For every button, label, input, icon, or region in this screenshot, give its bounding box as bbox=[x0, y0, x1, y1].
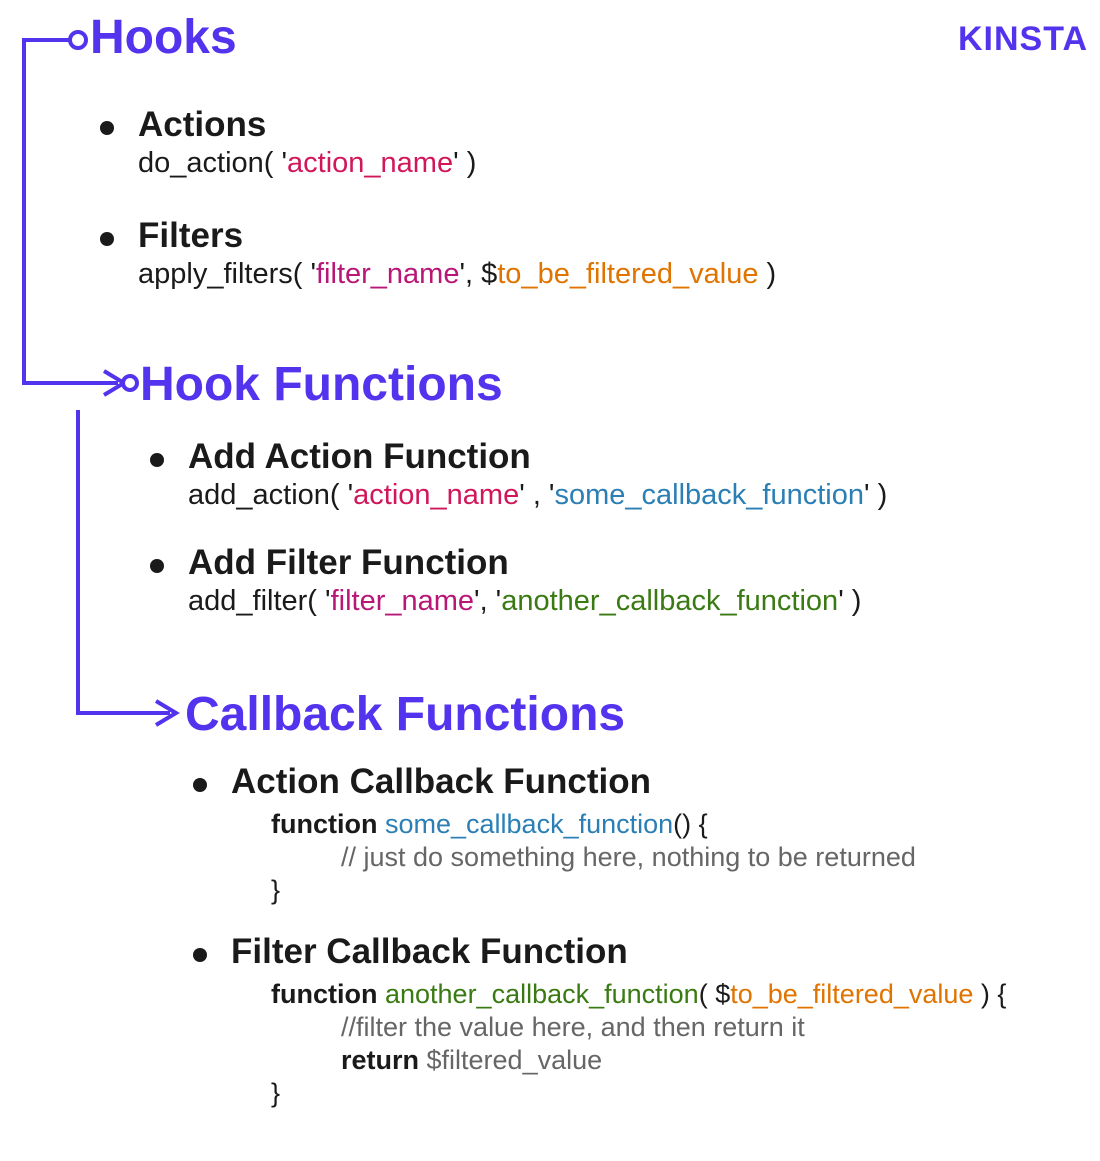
param: to_be_filtered_value bbox=[730, 979, 973, 1009]
filter-name: filter_name bbox=[316, 258, 459, 290]
txt: ' ) bbox=[864, 479, 887, 511]
code-do-action: do_action( 'action_name' ) bbox=[138, 145, 1070, 181]
item-action-callback: Action Callback Function function some_c… bbox=[193, 762, 1085, 907]
callback-name: another_callback_function bbox=[501, 585, 838, 617]
fn-name: another_callback_function bbox=[385, 979, 699, 1009]
fn-name: some_callback_function bbox=[385, 809, 673, 839]
item-actions: Actions do_action( 'action_name' ) bbox=[100, 105, 1070, 181]
label-add-action: Add Action Function bbox=[188, 437, 1070, 477]
return-var: $filtered_value bbox=[427, 1045, 603, 1075]
code-filter-callback: function another_callback_function( $to_… bbox=[271, 978, 1085, 1110]
code-add-action: add_action( 'action_name' , 'some_callba… bbox=[188, 477, 1070, 513]
kw-function: function bbox=[271, 809, 385, 839]
close-brace: } bbox=[271, 1078, 280, 1108]
txt: () { bbox=[673, 809, 708, 839]
txt: ' , ' bbox=[519, 479, 554, 511]
code-action-callback: function some_callback_function() { // j… bbox=[271, 808, 1085, 907]
section-hooks: Hooks Actions do_action( 'action_name' )… bbox=[90, 10, 1070, 293]
txt: ', $ bbox=[459, 258, 497, 290]
close-brace: } bbox=[271, 875, 280, 905]
heading-callback-functions: Callback Functions bbox=[185, 687, 1085, 742]
txt: ' ) bbox=[453, 147, 476, 179]
section-hook-functions: Hook Functions Add Action Function add_a… bbox=[140, 357, 1070, 620]
item-add-action: Add Action Function add_action( 'action_… bbox=[150, 437, 1070, 513]
txt: ) bbox=[758, 258, 776, 290]
section-callback-functions: Callback Functions Action Callback Funct… bbox=[185, 687, 1085, 1110]
kw-function: function bbox=[271, 979, 385, 1009]
heading-hooks: Hooks bbox=[90, 10, 1070, 65]
code-add-filter: add_filter( 'filter_name', 'another_call… bbox=[188, 583, 1070, 619]
label-action-callback: Action Callback Function bbox=[231, 762, 1085, 802]
item-filters: Filters apply_filters( 'filter_name', $t… bbox=[100, 216, 1070, 292]
label-actions: Actions bbox=[138, 105, 1070, 145]
txt: ) { bbox=[973, 979, 1006, 1009]
heading-hook-functions: Hook Functions bbox=[140, 357, 1070, 412]
callback-name: some_callback_function bbox=[554, 479, 864, 511]
txt: ', ' bbox=[474, 585, 501, 617]
txt: ( $ bbox=[699, 979, 731, 1009]
txt: add_filter( ' bbox=[188, 585, 331, 617]
item-filter-callback: Filter Callback Function function anothe… bbox=[193, 932, 1085, 1110]
label-filter-callback: Filter Callback Function bbox=[231, 932, 1085, 972]
code-apply-filters: apply_filters( 'filter_name', $to_be_fil… bbox=[138, 256, 1070, 292]
filter-name: filter_name bbox=[331, 585, 474, 617]
txt: do_action( ' bbox=[138, 147, 287, 179]
var: to_be_filtered_value bbox=[497, 258, 758, 290]
label-add-filter: Add Filter Function bbox=[188, 543, 1070, 583]
item-add-filter: Add Filter Function add_filter( 'filter_… bbox=[150, 543, 1070, 619]
txt: apply_filters( ' bbox=[138, 258, 316, 290]
kw-return: return bbox=[341, 1045, 427, 1075]
comment: //filter the value here, and then return… bbox=[271, 1011, 1085, 1044]
action-name: action_name bbox=[287, 147, 453, 179]
txt: ' ) bbox=[838, 585, 861, 617]
label-filters: Filters bbox=[138, 216, 1070, 256]
comment: // just do something here, nothing to be… bbox=[271, 841, 1085, 874]
txt: add_action( ' bbox=[188, 479, 353, 511]
action-name: action_name bbox=[353, 479, 519, 511]
